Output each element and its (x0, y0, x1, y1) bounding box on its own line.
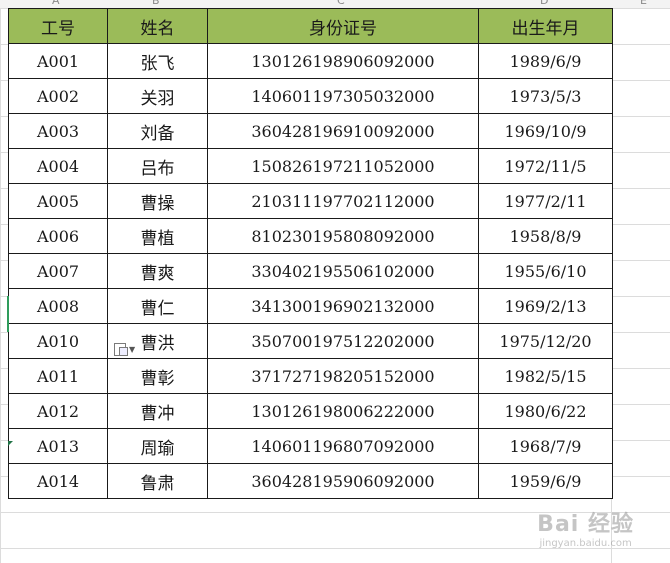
cell-birth[interactable]: 1958/8/9 (478, 218, 613, 254)
cell-name[interactable]: 吕布 (107, 148, 208, 184)
chevron-down-icon: ▼ (129, 344, 136, 354)
cell-id[interactable]: A006 (8, 218, 108, 254)
cell-name[interactable]: 曹操 (107, 183, 208, 219)
table-body: A001 张飞 130126198906092000 1989/6/9 A002 关羽 14… (8, 43, 613, 499)
selection-edge (7, 296, 9, 332)
cell-name[interactable]: 曹植 (107, 218, 208, 254)
table-row: A011 曹彰 371727198205152000 1982/5/15 (8, 358, 613, 394)
cell-birth[interactable]: 1969/10/9 (478, 113, 613, 149)
table-row: A006 曹植 810230195808092000 1958/8/9 (8, 218, 613, 254)
cell-id[interactable]: A012 (8, 393, 108, 429)
cell-idcard[interactable]: 371727198205152000 (207, 358, 479, 394)
cell-corner-marker (8, 441, 13, 446)
cell-idcard[interactable]: 150826197211052000 (207, 148, 479, 184)
table-row: A014 鲁肃 360428195906092000 1959/6/9 (8, 463, 613, 499)
cell-id[interactable]: A001 (8, 43, 108, 79)
table-row: A001 张飞 130126198906092000 1989/6/9 (8, 43, 613, 79)
cell-birth[interactable]: 1980/6/22 (478, 393, 613, 429)
cell-name[interactable]: 鲁肃 (107, 463, 208, 499)
table-row: A012 曹冲 130126198006222000 1980/6/22 (8, 393, 613, 429)
table-row: A005 曹操 210311197702112000 1977/2/11 (8, 183, 613, 219)
cell-idcard[interactable]: 140601196807092000 (207, 428, 479, 464)
header-row: 工号 姓名 身份证号 出生年月 (8, 8, 613, 44)
data-table: 工号 姓名 身份证号 出生年月 A001 张飞 130126198906092000… (8, 8, 613, 499)
watermark-logo: Bai 经验 (537, 512, 634, 537)
column-letter-a[interactable]: A (52, 0, 60, 7)
column-letter-c[interactable]: C (337, 0, 345, 7)
table-row: A008 曹仁 341300196902132000 1969/2/13 (8, 288, 613, 324)
cell-idcard[interactable]: 360428195906092000 (207, 463, 479, 499)
cell-id[interactable]: A003 (8, 113, 108, 149)
table-row: A013 周瑜 140601196807092000 1968/7/9 (8, 428, 613, 464)
header-cell-id[interactable]: 工号 (8, 8, 108, 44)
table-row: A003 刘备 360428196910092000 1969/10/9 (8, 113, 613, 149)
cell-idcard[interactable]: 210311197702112000 (207, 183, 479, 219)
cell-idcard[interactable]: 130126198906092000 (207, 43, 479, 79)
cell-name[interactable]: 刘备 (107, 113, 208, 149)
cell-id[interactable]: A011 (8, 358, 108, 394)
column-letter-d[interactable]: D (540, 0, 548, 7)
cell-id[interactable]: A005 (8, 183, 108, 219)
cell-name[interactable]: 曹彰 (107, 358, 208, 394)
table-row: A007 曹爽 330402195506102000 1955/6/10 (8, 253, 613, 289)
cell-name[interactable]: 曹冲 (107, 393, 208, 429)
cell-idcard[interactable]: 130126198006222000 (207, 393, 479, 429)
cell-id[interactable]: A010 (8, 323, 108, 359)
cell-birth[interactable]: 1972/11/5 (478, 148, 613, 184)
header-cell-birth[interactable]: 出生年月 (478, 8, 613, 44)
clipboard-icon (114, 343, 128, 356)
cell-idcard[interactable]: 140601197305032000 (207, 78, 479, 114)
header-cell-idcard[interactable]: 身份证号 (207, 8, 479, 44)
cell-name[interactable]: 张飞 (107, 43, 208, 79)
table-row: A010 曹洪 350700197512202000 1975/12/20 (8, 323, 613, 359)
cell-idcard[interactable]: 810230195808092000 (207, 218, 479, 254)
table-row: A004 吕布 150826197211052000 1972/11/5 (8, 148, 613, 184)
column-letter-e[interactable]: E (640, 0, 647, 7)
cell-id[interactable]: A013 (8, 428, 108, 464)
cell-idcard[interactable]: 350700197512202000 (207, 323, 479, 359)
cell-name[interactable]: 曹仁 (107, 288, 208, 324)
cell-name[interactable]: 关羽 (107, 78, 208, 114)
cell-name[interactable]: 曹爽 (107, 253, 208, 289)
cell-idcard[interactable]: 360428196910092000 (207, 113, 479, 149)
cell-birth[interactable]: 1959/6/9 (478, 463, 613, 499)
paste-options-icon[interactable]: ▼ (114, 341, 136, 357)
cell-id[interactable]: A007 (8, 253, 108, 289)
cell-id[interactable]: A014 (8, 463, 108, 499)
watermark: Bai 经验 jingyan.baidu.com (537, 506, 634, 549)
cell-birth[interactable]: 1975/12/20 (478, 323, 613, 359)
column-letter-b[interactable]: B (152, 0, 160, 7)
cell-birth[interactable]: 1973/5/3 (478, 78, 613, 114)
cell-idcard[interactable]: 341300196902132000 (207, 288, 479, 324)
cell-birth[interactable]: 1955/6/10 (478, 253, 613, 289)
cell-birth[interactable]: 1977/2/11 (478, 183, 613, 219)
cell-id[interactable]: A004 (8, 148, 108, 184)
cell-idcard[interactable]: 330402195506102000 (207, 253, 479, 289)
table-row: A002 关羽 140601197305032000 1973/5/3 (8, 78, 613, 114)
cell-id[interactable]: A008 (8, 288, 108, 324)
cell-birth[interactable]: 1968/7/9 (478, 428, 613, 464)
header-cell-name[interactable]: 姓名 (107, 8, 208, 44)
cell-birth[interactable]: 1989/6/9 (478, 43, 613, 79)
cell-birth[interactable]: 1982/5/15 (478, 358, 613, 394)
cell-name[interactable]: 周瑜 (107, 428, 208, 464)
cell-id[interactable]: A002 (8, 78, 108, 114)
watermark-url: jingyan.baidu.com (539, 538, 632, 549)
cell-birth[interactable]: 1969/2/13 (478, 288, 613, 324)
